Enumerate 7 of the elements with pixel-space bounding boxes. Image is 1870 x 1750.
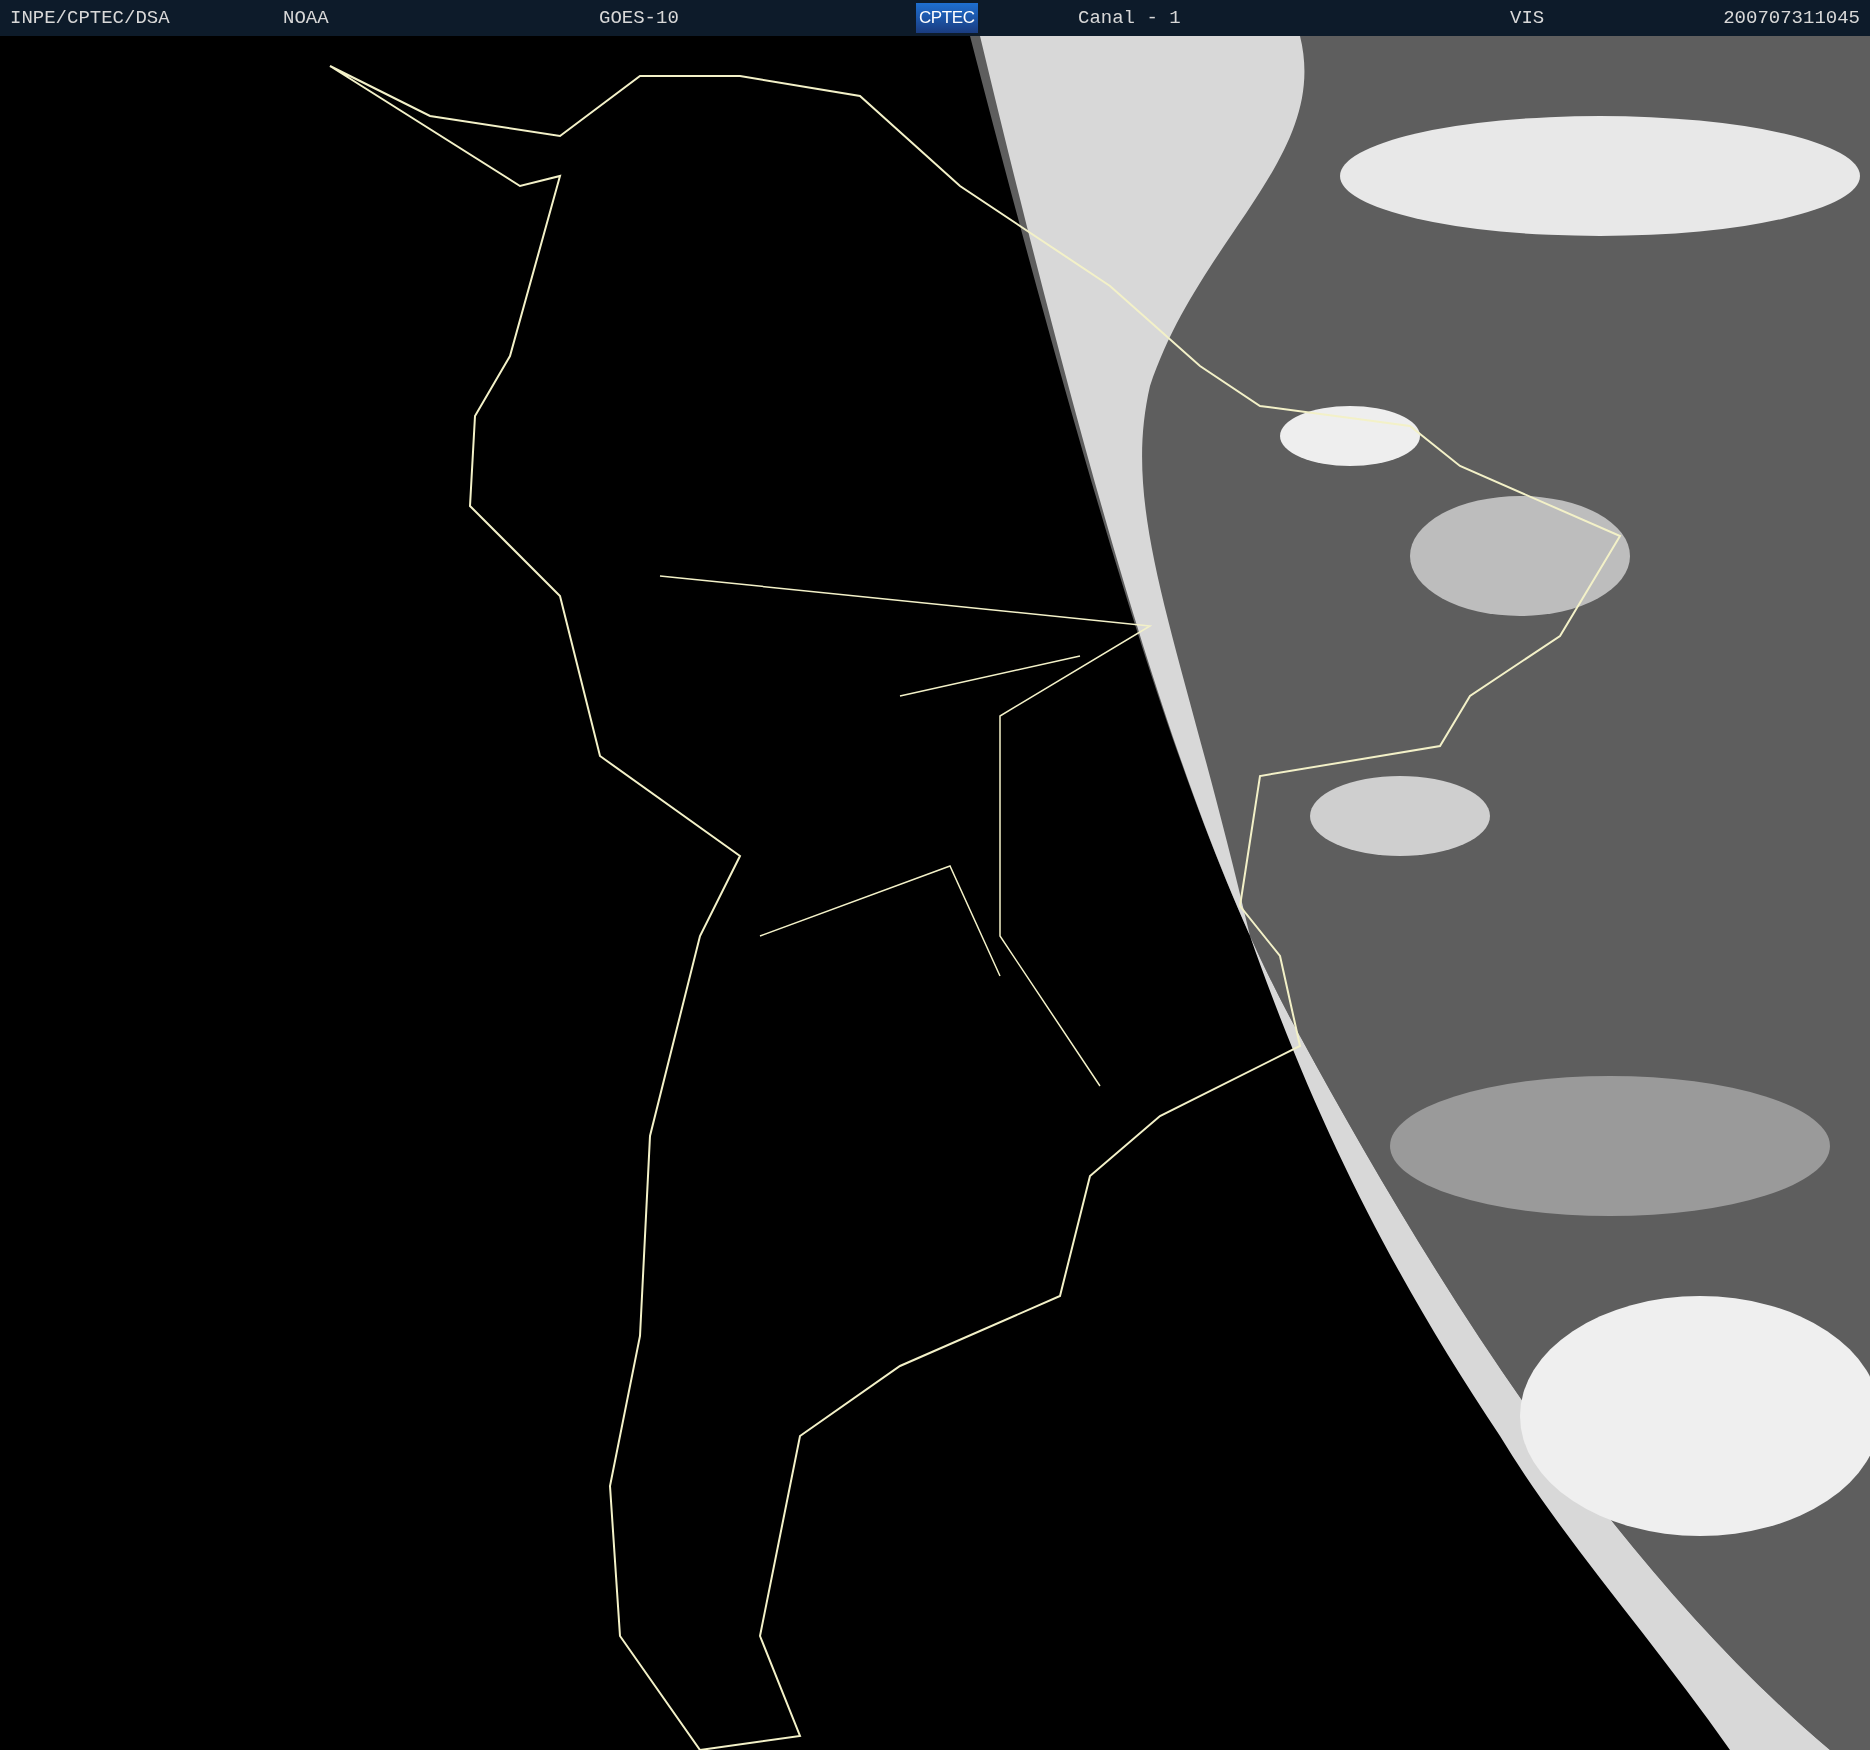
header-label: INPE/CPTEC/DSA — [10, 6, 170, 29]
header-label: 200707311045 — [1723, 6, 1860, 29]
header-label: GOES-10 — [599, 6, 679, 29]
logo: CPTEC — [916, 3, 978, 33]
header-label: VIS — [1510, 6, 1545, 29]
header-label: NOAA — [283, 6, 329, 29]
header-label: Canal - 1 — [1078, 6, 1181, 29]
